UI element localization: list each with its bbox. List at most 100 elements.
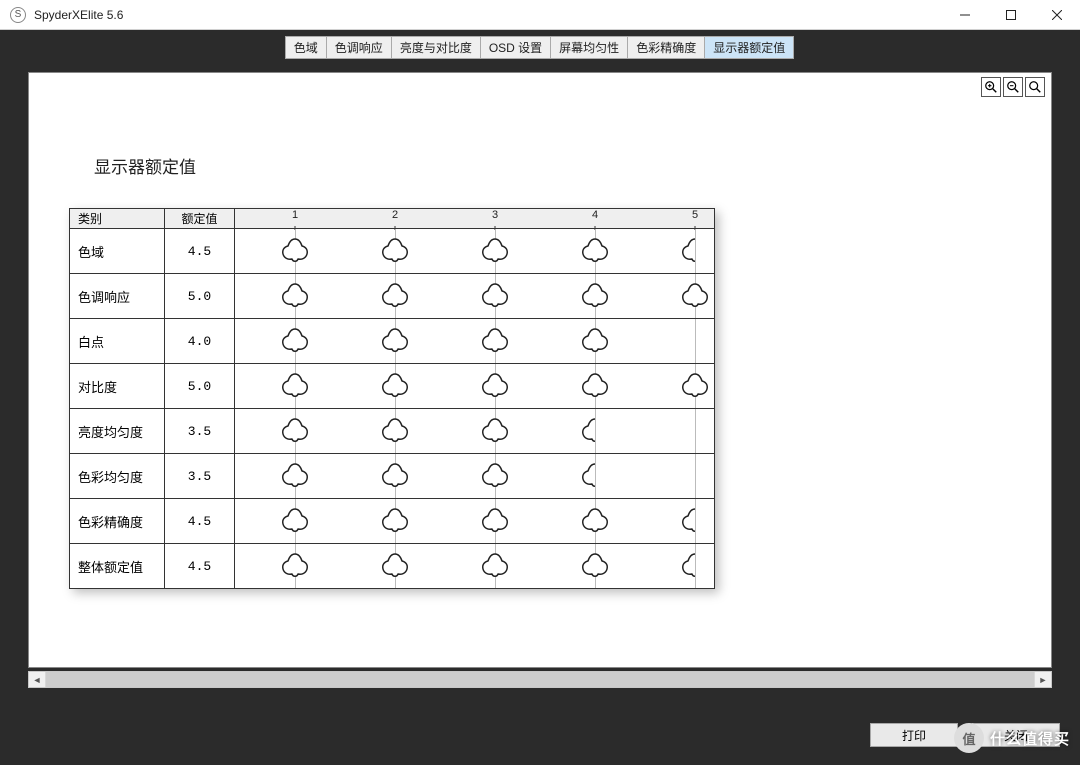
star-icon (280, 326, 310, 356)
rating-table: 类别 额定值 12345 色域4.5色调响应5.0白点4.0对比度5.0亮度均匀… (69, 208, 715, 589)
star-icon (680, 281, 710, 311)
table-row: 色彩均匀度3.5 (70, 454, 715, 499)
tab-bar: 色域色调响应亮度与对比度OSD 设置屏幕均匀性色彩精确度显示器额定值 (286, 36, 794, 59)
star-half-icon (580, 461, 595, 491)
rating-cell: 4.5 (165, 544, 235, 589)
col-rating-header: 额定值 (165, 209, 235, 229)
zoom-controls (981, 77, 1045, 97)
table-row: 亮度均匀度3.5 (70, 409, 715, 454)
star-icon (380, 416, 410, 446)
table-row: 色域4.5 (70, 229, 715, 274)
rating-axis: 1 2 3 4 5 (235, 209, 714, 228)
chart-cell (235, 544, 715, 589)
tab-6[interactable]: 显示器额定值 (704, 36, 794, 59)
star-icon (580, 506, 610, 536)
axis-label: 5 (692, 209, 698, 221)
star-icon (480, 506, 510, 536)
chart-cell (235, 274, 715, 319)
close-button[interactable] (1034, 0, 1080, 29)
report-content: 显示器额定值 类别 额定值 12345 色域4.5色调响应5.0白点4.0对比度… (69, 103, 1011, 657)
star-icon (480, 461, 510, 491)
star-icon (580, 371, 610, 401)
star-half-icon (680, 506, 695, 536)
zoom-out-button[interactable] (1003, 77, 1023, 97)
app-icon: S (10, 7, 26, 23)
rating-cell: 5.0 (165, 274, 235, 319)
category-cell: 白点 (70, 319, 165, 364)
horizontal-scrollbar[interactable]: ◄ ► (28, 671, 1052, 688)
star-icon (580, 551, 610, 581)
star-icon (580, 236, 610, 266)
star-icon (480, 236, 510, 266)
star-half-icon (580, 416, 595, 446)
hscroll-track[interactable] (46, 672, 1034, 687)
hscroll-right-button[interactable]: ► (1034, 672, 1051, 687)
category-cell: 色彩均匀度 (70, 454, 165, 499)
tab-2[interactable]: 亮度与对比度 (391, 36, 481, 59)
star-icon (480, 281, 510, 311)
category-cell: 色彩精确度 (70, 499, 165, 544)
star-icon (280, 371, 310, 401)
tab-5[interactable]: 色彩精确度 (627, 36, 705, 59)
table-row: 白点4.0 (70, 319, 715, 364)
star-icon (280, 506, 310, 536)
star-half-icon (680, 551, 695, 581)
chart-cell (235, 499, 715, 544)
tab-0[interactable]: 色域 (285, 36, 327, 59)
app-body: 色域色调响应亮度与对比度OSD 设置屏幕均匀性色彩精确度显示器额定值 显示器额定… (0, 30, 1080, 765)
chart-cell (235, 409, 715, 454)
axis-label: 1 (292, 209, 298, 221)
axis-label: 4 (592, 209, 598, 221)
star-icon (280, 551, 310, 581)
star-icon (280, 281, 310, 311)
axis-label: 2 (392, 209, 398, 221)
star-icon (280, 416, 310, 446)
chart-cell (235, 454, 715, 499)
tab-1[interactable]: 色调响应 (326, 36, 392, 59)
col-category-header: 类别 (70, 209, 165, 229)
star-icon (680, 371, 710, 401)
maximize-button[interactable] (988, 0, 1034, 29)
star-icon (580, 326, 610, 356)
star-icon (580, 281, 610, 311)
table-row: 色调响应5.0 (70, 274, 715, 319)
star-icon (380, 371, 410, 401)
category-cell: 色域 (70, 229, 165, 274)
star-icon (380, 281, 410, 311)
zoom-in-button[interactable] (981, 77, 1001, 97)
watermark: 值 什么值得买 (954, 723, 1070, 753)
window-controls (942, 0, 1080, 29)
rating-cell: 5.0 (165, 364, 235, 409)
chart-cell (235, 229, 715, 274)
window-title: SpyderXElite 5.6 (34, 8, 942, 22)
category-cell: 色调响应 (70, 274, 165, 319)
tab-4[interactable]: 屏幕均匀性 (550, 36, 628, 59)
star-icon (380, 506, 410, 536)
zoom-fit-button[interactable] (1025, 77, 1045, 97)
rating-cell: 3.5 (165, 454, 235, 499)
print-button[interactable]: 打印 (870, 723, 958, 747)
star-icon (380, 236, 410, 266)
watermark-badge-icon: 值 (954, 723, 984, 753)
col-chart-header: 1 2 3 4 5 (235, 209, 715, 229)
axis-label: 3 (492, 209, 498, 221)
star-icon (380, 551, 410, 581)
hscroll-thumb[interactable] (46, 672, 1034, 687)
minimize-button[interactable] (942, 0, 988, 29)
rating-cell: 4.5 (165, 499, 235, 544)
table-row: 整体额定值4.5 (70, 544, 715, 589)
star-icon (280, 461, 310, 491)
table-row: 对比度5.0 (70, 364, 715, 409)
tab-3[interactable]: OSD 设置 (480, 36, 551, 59)
report-panel: 显示器额定值 类别 额定值 12345 色域4.5色调响应5.0白点4.0对比度… (28, 72, 1052, 668)
hscroll-left-button[interactable]: ◄ (29, 672, 46, 687)
star-icon (480, 326, 510, 356)
chart-cell (235, 319, 715, 364)
star-icon (480, 551, 510, 581)
titlebar: S SpyderXElite 5.6 (0, 0, 1080, 30)
star-icon (380, 326, 410, 356)
star-icon (380, 461, 410, 491)
watermark-text: 什么值得买 (990, 728, 1070, 749)
table-row: 色彩精确度4.5 (70, 499, 715, 544)
star-half-icon (680, 236, 695, 266)
